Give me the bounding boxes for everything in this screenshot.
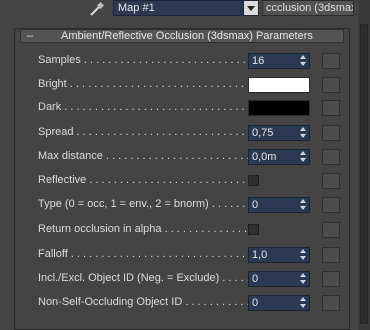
reflective-checkbox[interactable] bbox=[248, 175, 259, 186]
param-row-reflective: Reflective . . . . . . . . . . . . . . .… bbox=[0, 172, 370, 190]
type-map-slot[interactable] bbox=[322, 197, 340, 213]
type-value[interactable]: 0 bbox=[252, 199, 258, 211]
reflective-label: Reflective . . . . . . . . . . . . . . .… bbox=[38, 174, 248, 186]
type-label: Type (0 = occ, 1 = env., 2 = bnorm) . . … bbox=[38, 198, 248, 210]
eyedropper-icon[interactable] bbox=[88, 2, 104, 18]
material-toolbar: Map #1 ccclusion (3dsmax) bbox=[0, 0, 370, 22]
bright-label: Bright . . . . . . . . . . . . . . . . .… bbox=[38, 78, 248, 90]
incl-excl-spinner[interactable]: 0 bbox=[248, 271, 310, 287]
samples-spinner[interactable]: 16 bbox=[248, 53, 310, 69]
spinner-arrows-icon[interactable] bbox=[299, 55, 308, 67]
max-distance-map-slot[interactable] bbox=[322, 149, 340, 165]
spread-value[interactable]: 0,75 bbox=[252, 127, 273, 139]
map-type-button[interactable]: ccclusion (3dsmax) bbox=[262, 0, 354, 16]
incl-excl-map-slot[interactable] bbox=[322, 271, 340, 287]
non-self-map-slot[interactable] bbox=[322, 295, 340, 311]
rollout-title: Ambient/Reflective Occlusion (3dsmax) Pa… bbox=[61, 30, 313, 42]
incl-excl-label: Incl./Excl. Object ID (Neg. = Exclude) .… bbox=[38, 272, 248, 284]
dark-label: Dark . . . . . . . . . . . . . . . . . .… bbox=[38, 101, 248, 113]
max-distance-value[interactable]: 0,0m bbox=[252, 151, 276, 163]
bright-map-slot[interactable] bbox=[322, 77, 340, 93]
spinner-arrows-icon[interactable] bbox=[299, 273, 308, 285]
spinner-arrows-icon[interactable] bbox=[299, 151, 308, 163]
max-distance-label: Max distance . . . . . . . . . . . . . .… bbox=[38, 150, 248, 162]
param-row-spread: Spread . . . . . . . . . . . . . . . . .… bbox=[0, 124, 370, 142]
samples-value[interactable]: 16 bbox=[252, 55, 264, 67]
spread-map-slot[interactable] bbox=[322, 125, 340, 141]
non-self-value[interactable]: 0 bbox=[252, 297, 258, 309]
non-self-spinner[interactable]: 0 bbox=[248, 295, 310, 311]
incl-excl-value[interactable]: 0 bbox=[252, 273, 258, 285]
param-row-dark: Dark . . . . . . . . . . . . . . . . . .… bbox=[0, 99, 370, 117]
spinner-arrows-icon[interactable] bbox=[299, 199, 308, 211]
param-row-return-occlusion: Return occlusion in alpha . . . . . . . … bbox=[0, 221, 370, 239]
reflective-map-slot[interactable] bbox=[322, 173, 340, 189]
map-name-value: Map #1 bbox=[118, 2, 155, 14]
param-row-incl-excl: Incl./Excl. Object ID (Neg. = Exclude) .… bbox=[0, 270, 370, 288]
return-occlusion-label: Return occlusion in alpha . . . . . . . … bbox=[38, 223, 248, 235]
falloff-spinner[interactable]: 1,0 bbox=[248, 247, 310, 263]
dark-map-slot[interactable] bbox=[322, 100, 340, 116]
param-row-non-self: Non-Self-Occluding Object ID . . . . . .… bbox=[0, 294, 370, 312]
param-row-type: Type (0 = occ, 1 = env., 2 = bnorm) . . … bbox=[0, 196, 370, 214]
falloff-label: Falloff . . . . . . . . . . . . . . . . … bbox=[38, 248, 248, 260]
falloff-map-slot[interactable] bbox=[322, 247, 340, 263]
falloff-value[interactable]: 1,0 bbox=[252, 249, 267, 261]
type-spinner[interactable]: 0 bbox=[248, 197, 310, 213]
param-row-falloff: Falloff . . . . . . . . . . . . . . . . … bbox=[0, 246, 370, 264]
map-name-dropdown[interactable]: Map #1 bbox=[113, 0, 259, 16]
spread-label: Spread . . . . . . . . . . . . . . . . .… bbox=[38, 126, 248, 138]
param-row-bright: Bright . . . . . . . . . . . . . . . . .… bbox=[0, 76, 370, 94]
param-row-max-distance: Max distance . . . . . . . . . . . . . .… bbox=[0, 148, 370, 166]
samples-map-slot[interactable] bbox=[322, 53, 340, 69]
collapse-icon[interactable]: – bbox=[27, 30, 33, 42]
bright-color-swatch[interactable] bbox=[248, 77, 310, 93]
spread-spinner[interactable]: 0,75 bbox=[248, 125, 310, 141]
spinner-arrows-icon[interactable] bbox=[299, 249, 308, 261]
rollout-header[interactable]: – Ambient/Reflective Occlusion (3dsmax) … bbox=[20, 29, 344, 43]
samples-label: Samples . . . . . . . . . . . . . . . . … bbox=[38, 54, 248, 66]
non-self-label: Non-Self-Occluding Object ID . . . . . .… bbox=[38, 296, 248, 308]
return-occlusion-checkbox[interactable] bbox=[248, 224, 259, 235]
param-row-samples: Samples . . . . . . . . . . . . . . . . … bbox=[0, 52, 370, 70]
chevron-down-icon[interactable] bbox=[243, 1, 258, 15]
return-occlusion-map-slot[interactable] bbox=[322, 222, 340, 238]
spinner-arrows-icon[interactable] bbox=[299, 297, 308, 309]
max-distance-spinner[interactable]: 0,0m bbox=[248, 149, 310, 165]
spinner-arrows-icon[interactable] bbox=[299, 127, 308, 139]
dark-color-swatch[interactable] bbox=[248, 100, 310, 116]
